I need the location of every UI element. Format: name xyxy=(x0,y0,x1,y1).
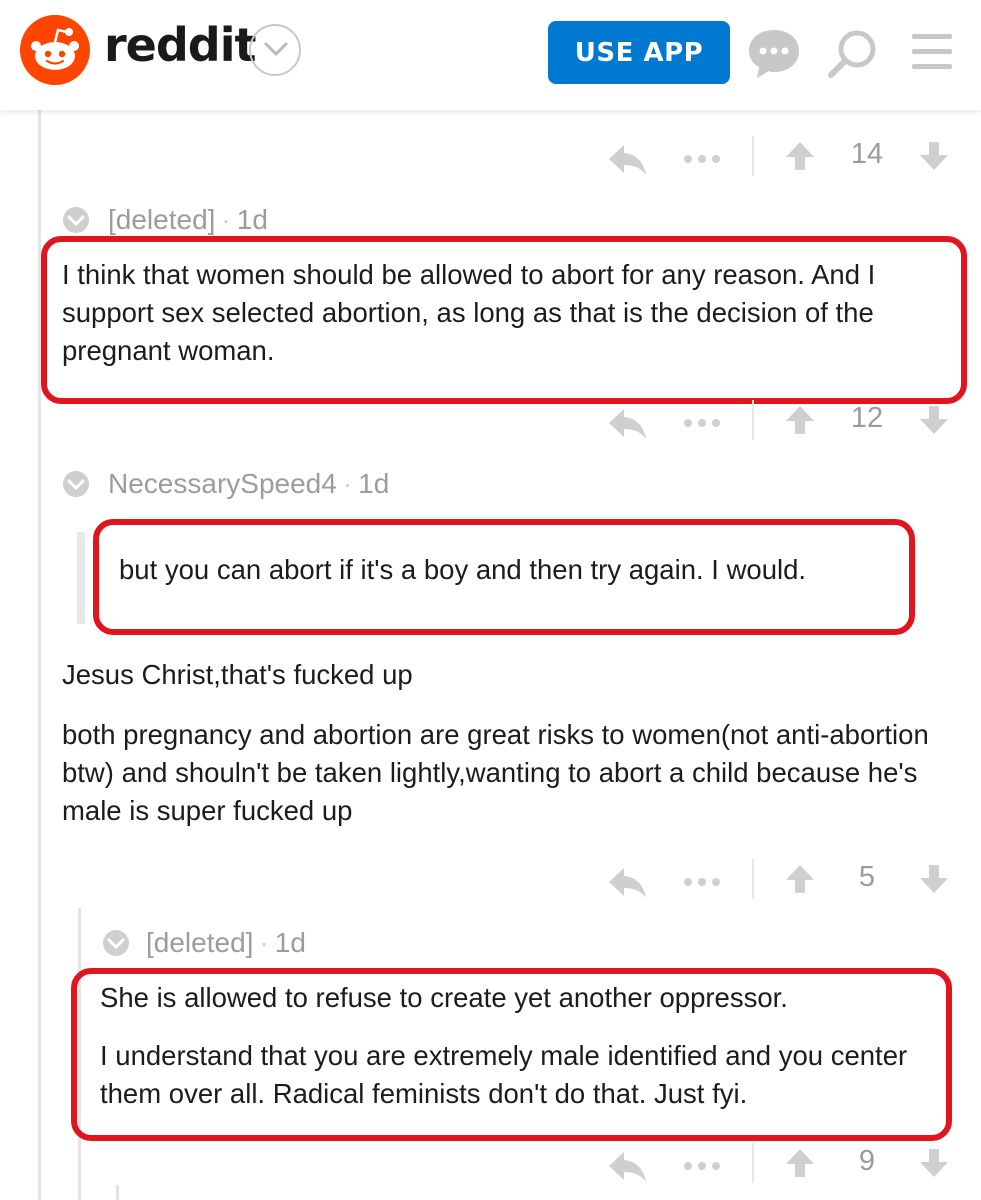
divider xyxy=(752,1143,754,1183)
upvote-icon[interactable] xyxy=(784,140,816,172)
comment-age: 1d xyxy=(236,204,268,235)
reddit-logo-icon[interactable] xyxy=(20,15,90,85)
comment-action-bar: 9 xyxy=(600,1143,960,1193)
upvote-icon[interactable] xyxy=(784,404,816,436)
reply-icon[interactable] xyxy=(608,1151,648,1183)
highlight-box xyxy=(93,519,915,635)
comment-meta: [deleted] · 1d xyxy=(108,204,268,236)
downvote-icon[interactable] xyxy=(918,1147,950,1179)
separator-dot: · xyxy=(259,927,269,958)
divider xyxy=(752,859,754,899)
separator-dot: · xyxy=(342,468,353,499)
reply-icon[interactable] xyxy=(608,408,648,440)
comment-meta: [deleted] · 1d xyxy=(146,927,306,959)
top-nav-bar: reddit USE APP xyxy=(0,0,981,110)
use-app-button[interactable]: USE APP xyxy=(548,21,730,84)
comment-age: 1d xyxy=(358,468,390,499)
quote-bar xyxy=(77,532,85,624)
separator-dot: · xyxy=(221,204,231,235)
reply-icon[interactable] xyxy=(608,867,648,899)
collapse-icon[interactable] xyxy=(62,470,90,498)
comment-paragraph: Jesus Christ,that's fucked up xyxy=(62,659,413,690)
community-dropdown-button[interactable] xyxy=(249,24,301,76)
comment-author[interactable]: NecessarySpeed4 xyxy=(108,468,337,499)
divider xyxy=(752,136,754,176)
highlight-box xyxy=(41,236,967,404)
comment-action-bar: 12 xyxy=(600,400,960,450)
highlight-box xyxy=(71,968,952,1141)
chevron-down-icon xyxy=(264,42,288,56)
comment-meta: NecessarySpeed4 · 1d xyxy=(108,468,389,500)
downvote-icon[interactable] xyxy=(918,404,950,436)
menu-icon[interactable] xyxy=(910,31,954,73)
downvote-icon[interactable] xyxy=(918,140,950,172)
upvote-icon[interactable] xyxy=(784,1147,816,1179)
more-icon[interactable] xyxy=(682,154,722,164)
comment-action-bar: 14 xyxy=(600,136,960,186)
vote-score: 9 xyxy=(858,1145,876,1177)
downvote-icon[interactable] xyxy=(918,863,950,895)
vote-score: 12 xyxy=(850,402,884,434)
comment-action-bar: 5 xyxy=(600,859,960,909)
collapse-icon[interactable] xyxy=(102,929,130,957)
thread-line[interactable] xyxy=(116,1185,119,1200)
divider xyxy=(752,400,754,440)
chat-icon[interactable] xyxy=(745,27,803,81)
more-icon[interactable] xyxy=(682,1161,722,1171)
vote-score: 14 xyxy=(850,138,884,170)
reddit-wordmark[interactable]: reddit xyxy=(104,18,256,72)
more-icon[interactable] xyxy=(682,877,722,887)
comment-author[interactable]: [deleted] xyxy=(146,927,253,958)
collapse-icon[interactable] xyxy=(62,206,90,234)
comment-body: Jesus Christ,that's fucked up both pregn… xyxy=(62,656,962,830)
reply-icon[interactable] xyxy=(608,144,648,176)
upvote-icon[interactable] xyxy=(784,863,816,895)
more-icon[interactable] xyxy=(682,418,722,428)
comment-paragraph: both pregnancy and abortion are great ri… xyxy=(62,719,929,826)
comment-author[interactable]: [deleted] xyxy=(108,204,215,235)
comment-age: 1d xyxy=(274,927,306,958)
search-icon[interactable] xyxy=(826,27,880,81)
vote-score: 5 xyxy=(858,861,876,893)
